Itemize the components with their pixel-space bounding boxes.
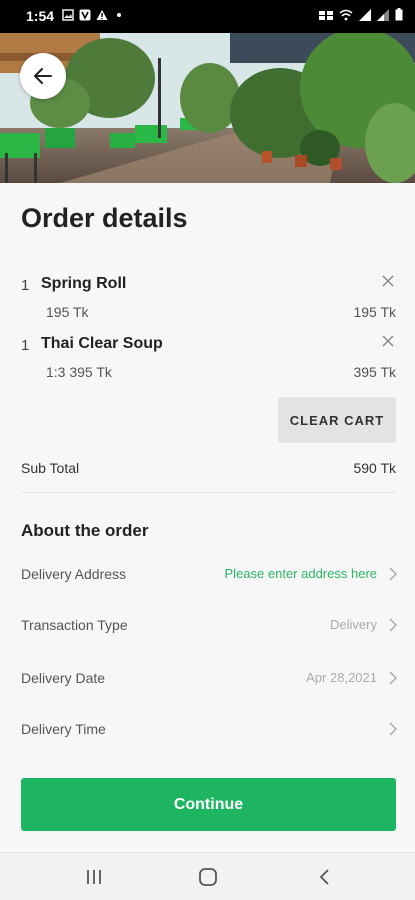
subtotal-label: Sub Total (21, 460, 80, 476)
delivery-date-label: Delivery Date (21, 670, 106, 686)
arrow-left-icon (34, 68, 52, 84)
item-name: Thai Clear Soup (41, 335, 163, 352)
chevron-right-icon (389, 671, 398, 685)
delivery-time-label: Delivery Time (21, 721, 106, 737)
cart-item: 1 Spring Roll 195 Tk 195 Tk (0, 271, 415, 331)
home-icon[interactable] (196, 867, 220, 887)
recent-apps-icon[interactable] (82, 867, 106, 887)
notification-icons (62, 9, 125, 21)
item-unit-price: 1:3 395 Tk (46, 364, 112, 380)
data-signal-icon (319, 10, 333, 20)
chevron-right-icon (389, 722, 398, 736)
clear-cart-button[interactable]: CLEAR CART (278, 397, 396, 443)
system-icons (319, 8, 403, 21)
delivery-date-row[interactable]: Delivery Date Apr 28,2021 (0, 658, 415, 698)
system-nav-bar (0, 852, 415, 900)
chevron-right-icon (389, 618, 398, 632)
restaurant-photo (0, 33, 415, 183)
transaction-type-row[interactable]: Transaction Type Delivery (0, 605, 415, 645)
item-total-price: 395 Tk (353, 364, 396, 380)
subtotal-value: 590 Tk (353, 460, 396, 476)
transaction-type-value: Delivery (330, 617, 377, 632)
vpn-icon (79, 9, 91, 21)
delivery-address-label: Delivery Address (21, 566, 127, 582)
status-time: 1:54 (26, 8, 55, 24)
cell-signal-2-icon (377, 8, 389, 21)
item-total-price: 195 Tk (353, 304, 396, 320)
delivery-date-value: Apr 28,2021 (306, 670, 377, 685)
gallery-icon (62, 9, 74, 21)
cell-signal-icon (359, 8, 371, 21)
back-nav-icon[interactable] (313, 867, 337, 887)
delivery-address-value: Please enter address here (224, 566, 377, 581)
continue-button[interactable]: Continue (21, 778, 396, 831)
delivery-address-row[interactable]: Delivery Address Please enter address he… (0, 554, 415, 594)
dot-icon (117, 13, 121, 17)
transaction-type-label: Transaction Type (21, 617, 128, 633)
delivery-time-row[interactable]: Delivery Time (0, 709, 415, 749)
status-bar: 1:54 (0, 0, 415, 33)
about-order-title: About the order (21, 521, 149, 540)
item-quantity: 1 (21, 277, 30, 294)
remove-item-icon[interactable] (380, 333, 396, 349)
restaurant-hero-image (0, 33, 415, 183)
back-button[interactable] (20, 53, 66, 99)
cart-item: 1 Thai Clear Soup 1:3 395 Tk 395 Tk (0, 331, 415, 391)
subtotal-row: Sub Total 590 Tk (21, 457, 396, 493)
item-unit-price: 195 Tk (46, 304, 89, 320)
chevron-right-icon (389, 567, 398, 581)
item-name: Spring Roll (41, 275, 127, 292)
remove-item-icon[interactable] (380, 273, 396, 289)
warning-icon (96, 10, 108, 20)
order-details-panel: Order details 1 Spring Roll 195 Tk 195 T… (0, 183, 415, 850)
wifi-icon (339, 9, 353, 20)
page-title: Order details (21, 203, 188, 233)
battery-icon (395, 8, 403, 21)
item-quantity: 1 (21, 337, 30, 354)
